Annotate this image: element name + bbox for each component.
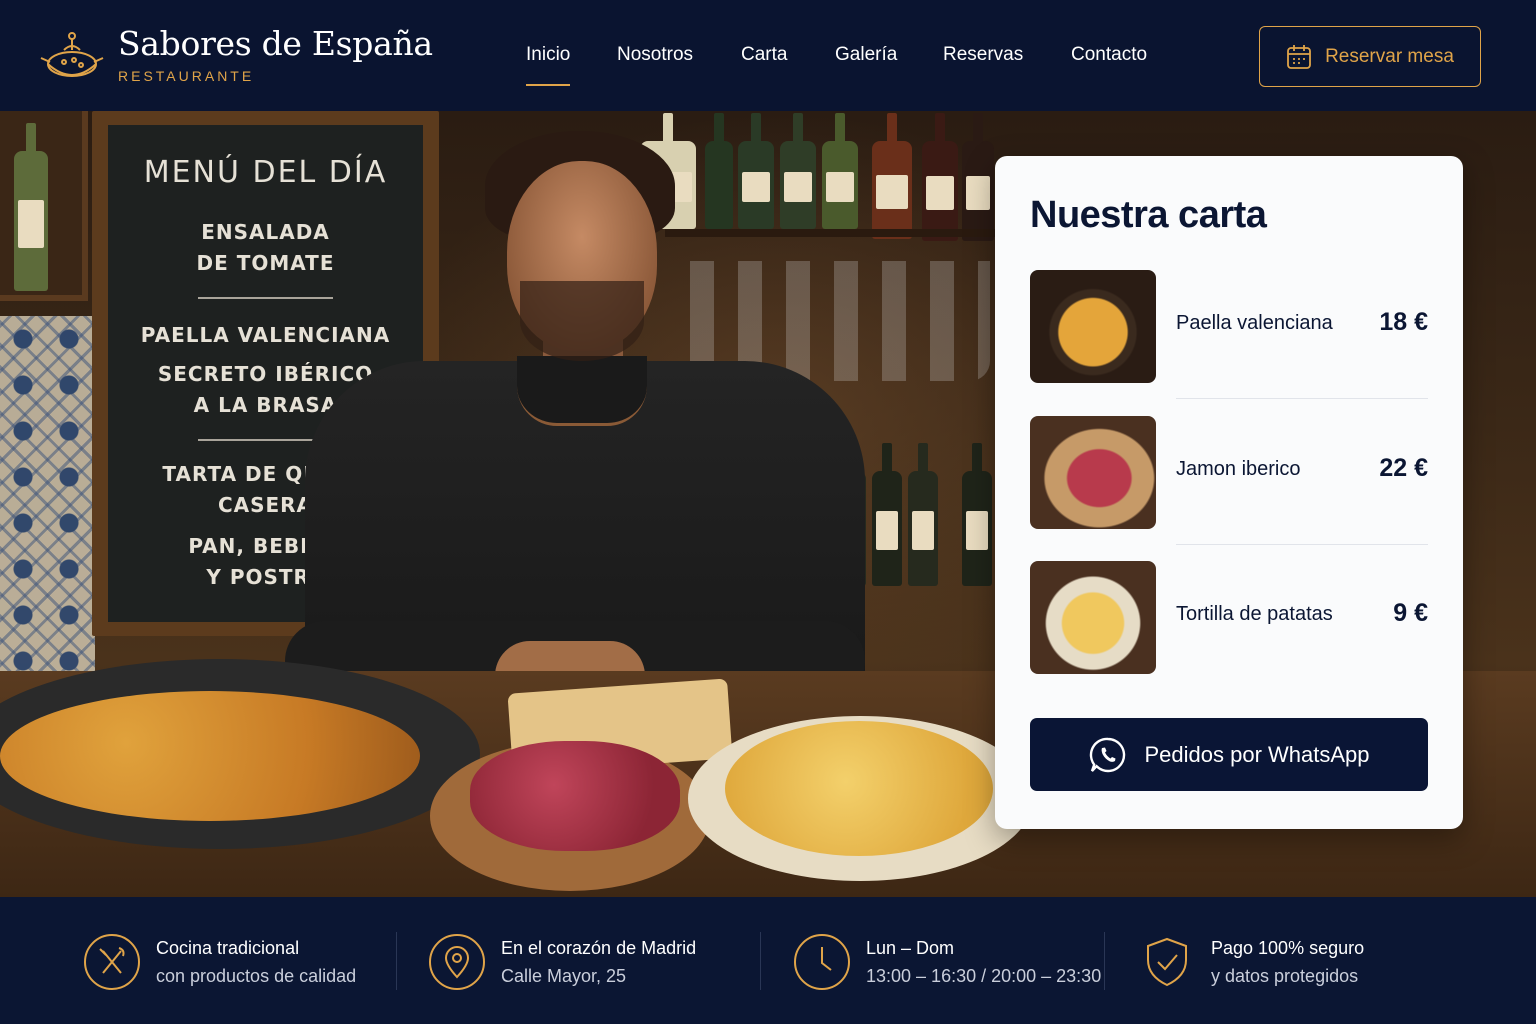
menu-item-price: 18 € [1379,308,1428,336]
menu-divider [1176,398,1428,399]
reserve-table-button[interactable]: Reservar mesa [1259,26,1481,87]
site-header: Sabores de España RESTAURANTE Inicio Nos… [0,0,1536,111]
brand-tagline: RESTAURANTE [118,68,255,84]
menu-item[interactable]: Paella valenciana 18 € [1030,270,1428,383]
whatsapp-icon [1090,737,1126,772]
feature-subtitle: 13:00 – 16:30 / 20:00 – 23:30 [866,966,1102,986]
shield-check-icon [1147,937,1187,987]
menu-item-price: 9 € [1393,599,1428,627]
feature-item: En el corazón de Madrid Calle Mayor, 25 [428,932,696,992]
nav-item-inicio[interactable]: Inicio [526,44,571,86]
feature-divider [396,932,397,990]
feature-subtitle: Calle Mayor, 25 [501,966,627,986]
wine-bottle [922,141,958,241]
wine-bottle [872,141,912,239]
reserve-table-label: Reservar mesa [1325,45,1454,67]
feature-title: Lun – Dom [866,938,955,958]
menu-item[interactable]: Tortilla de patatas 9 € [1030,561,1428,674]
nav-item-carta[interactable]: Carta [741,44,787,66]
feature-divider [760,932,761,990]
clock-icon [794,934,850,990]
wine-bottle [962,471,992,586]
menu-item-name: Jamon iberico [1176,458,1301,480]
paella-pan-icon [40,32,104,77]
wine-bottle [14,151,48,291]
azulejo-tiles [0,316,95,686]
brand-logo[interactable]: Sabores de España RESTAURANTE [38,24,433,88]
paella-thumbnail [1030,270,1156,383]
nav-item-reservas[interactable]: Reservas [943,44,1023,66]
feature-item: Cocina tradicional con productos de cali… [83,932,356,992]
wine-shelf-left [0,111,88,301]
map-pin-icon [429,934,485,990]
feature-divider [1104,932,1105,990]
feature-item: Lun – Dom 13:00 – 16:30 / 20:00 – 23:30 [793,932,1101,992]
utensils-icon [84,934,140,990]
wine-bottle [962,141,994,241]
wine-bottle [908,471,938,586]
menu-card: Nuestra carta Paella valenciana 18 € Jam… [995,156,1463,829]
brand-name: Sabores de España [118,24,433,63]
feature-title: Cocina tradicional [156,938,300,958]
jamon-thumbnail [1030,416,1156,529]
paella-rice-photo [0,691,420,821]
menu-card-title: Nuestra carta [1030,194,1267,236]
feature-item: Pago 100% seguro y datos protegidos [1138,932,1364,992]
calendar-icon [1287,44,1311,69]
feature-title: Pago 100% seguro [1211,938,1365,958]
menu-item-name: Tortilla de patatas [1176,603,1333,625]
feature-subtitle: y datos protegidos [1211,966,1359,986]
whatsapp-order-button[interactable]: Pedidos por WhatsApp [1030,718,1428,791]
nav-item-contacto[interactable]: Contacto [1071,44,1147,66]
tortilla-thumbnail [1030,561,1156,674]
jamon-photo [470,741,680,851]
whatsapp-order-label: Pedidos por WhatsApp [1144,741,1370,767]
menu-item-name: Paella valenciana [1176,312,1333,334]
feature-title: En el corazón de Madrid [501,938,697,958]
features-bar: Cocina tradicional con productos de cali… [0,897,1536,1024]
tortilla-photo [725,721,993,856]
nav-item-galeria[interactable]: Galería [835,44,897,66]
menu-item[interactable]: Jamon iberico 22 € [1030,416,1428,529]
menu-divider [1176,544,1428,545]
feature-subtitle: con productos de calidad [156,966,357,986]
nav-item-nosotros[interactable]: Nosotros [617,44,693,66]
wine-bottle [872,471,902,586]
menu-item-price: 22 € [1379,454,1428,482]
